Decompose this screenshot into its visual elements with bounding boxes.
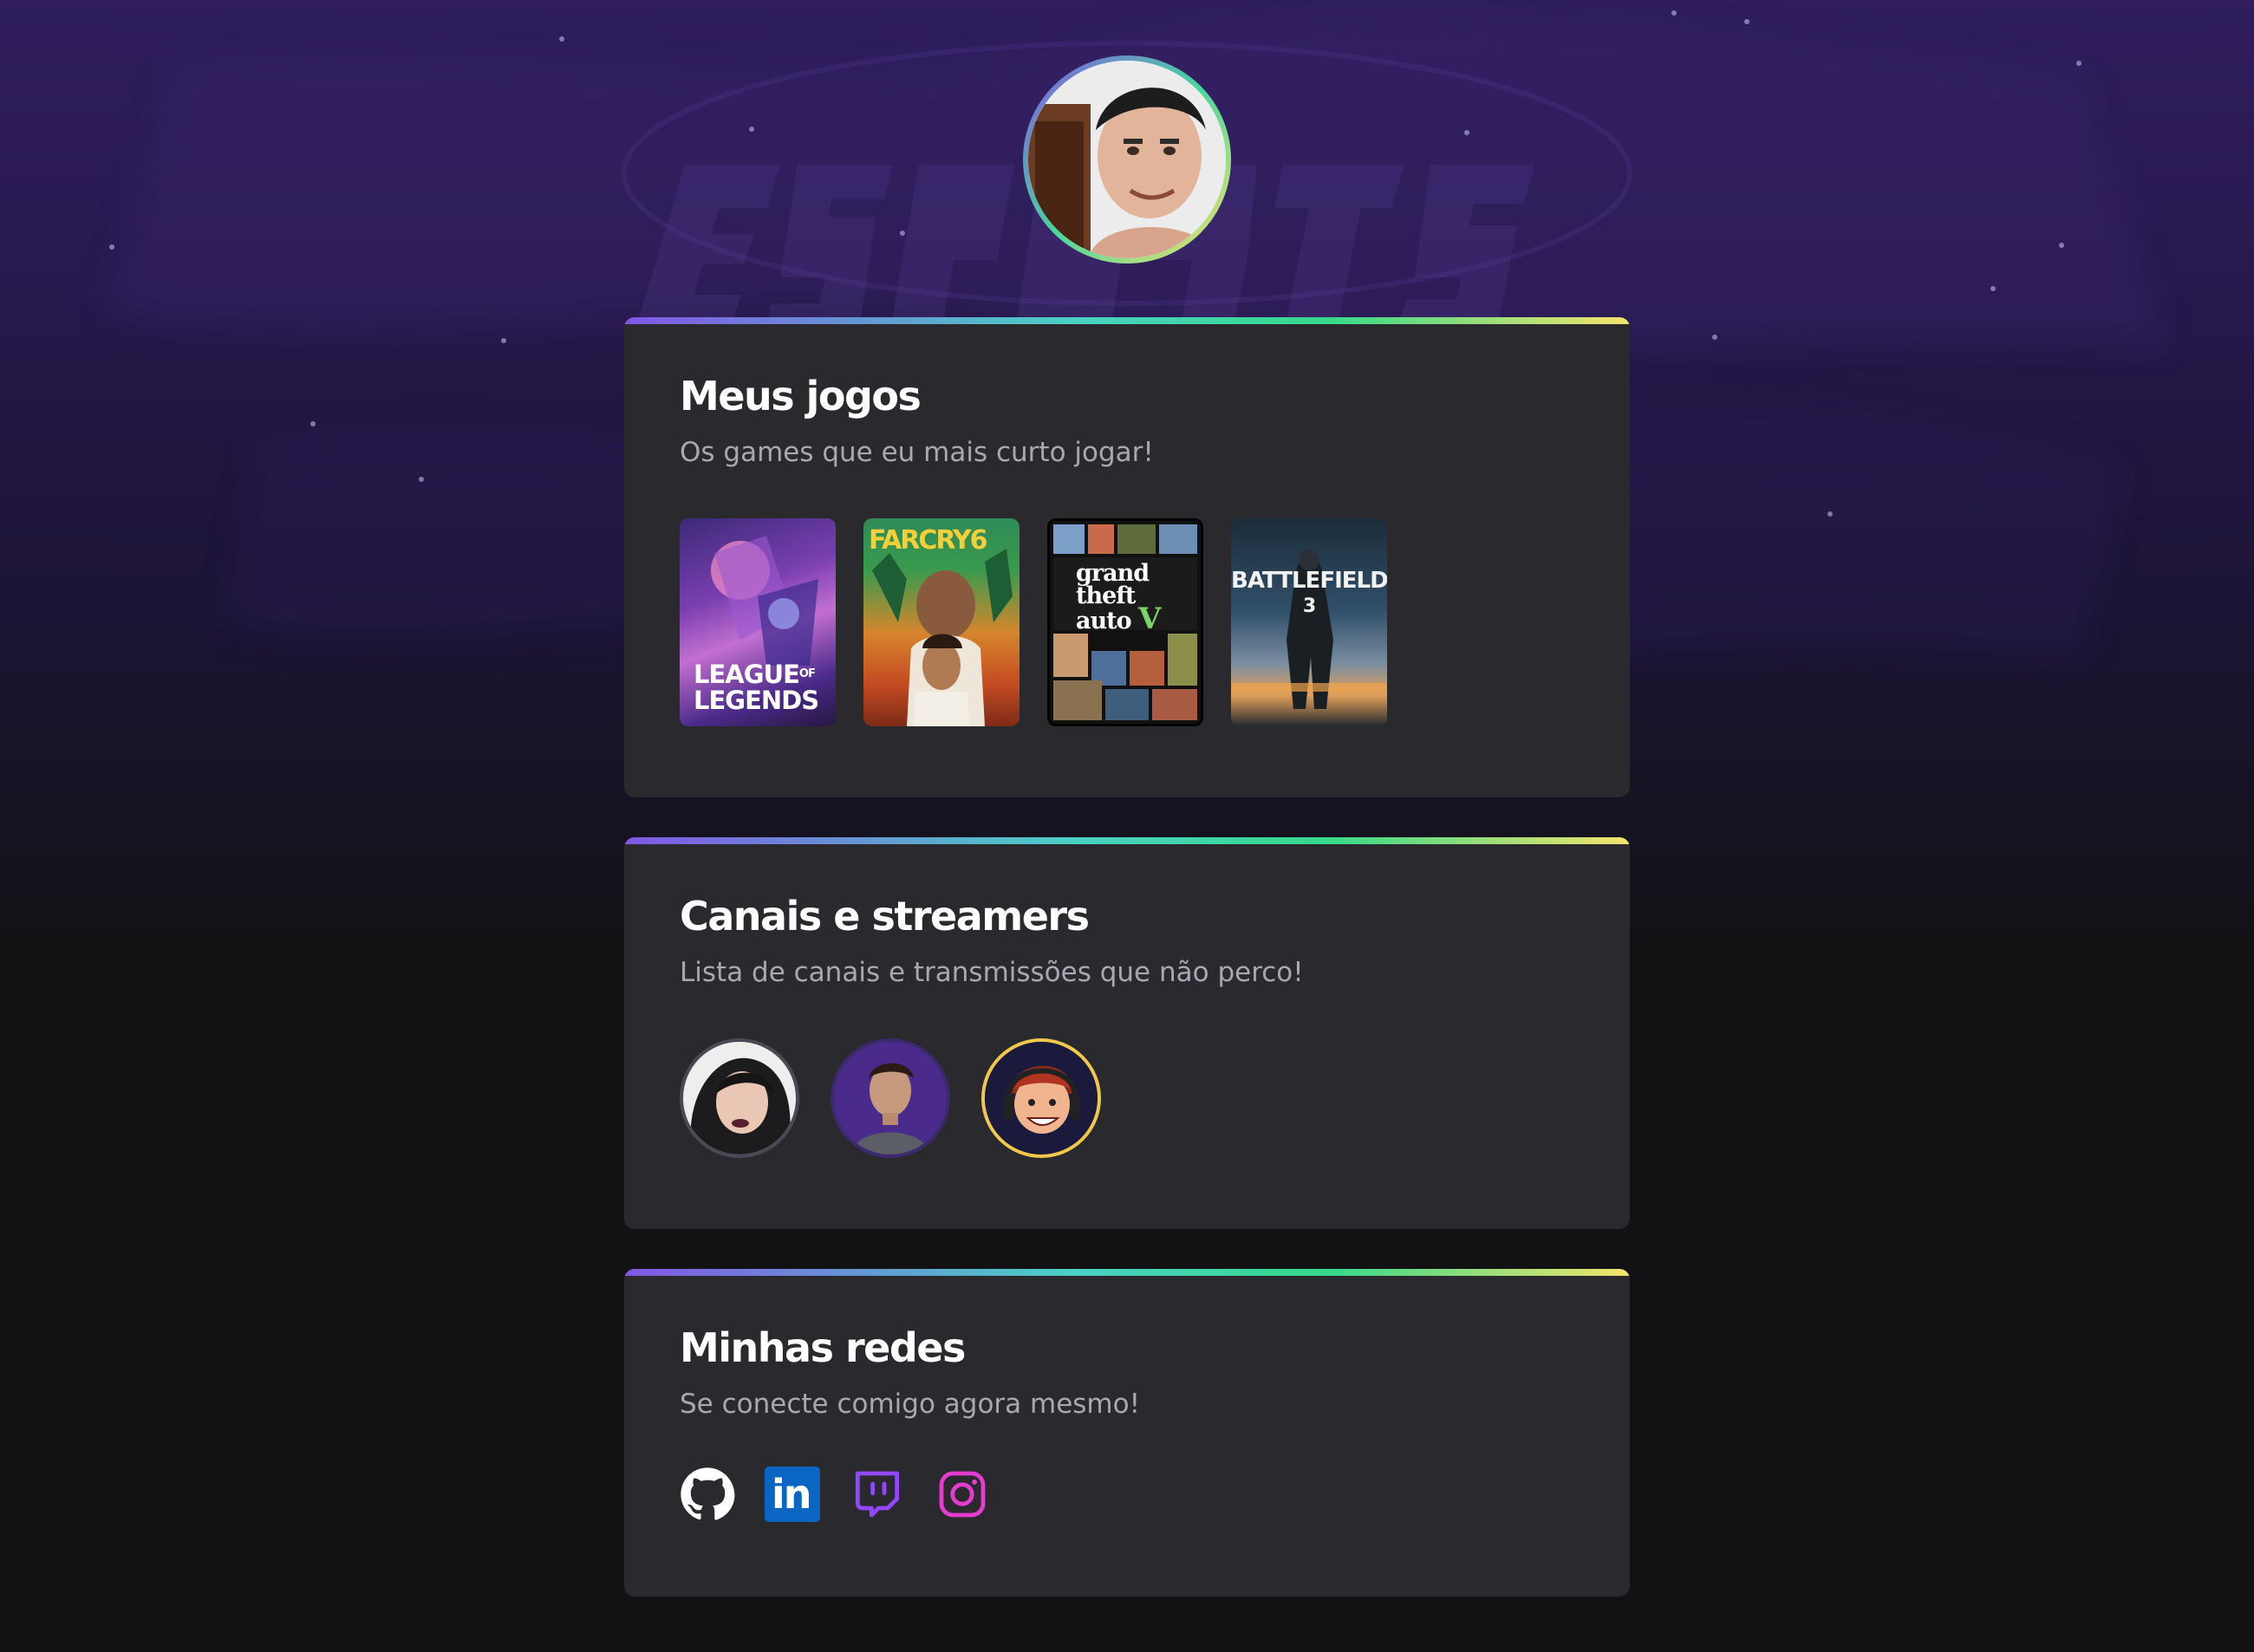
streamers-card: Canais e streamers Lista de canais e tra… (624, 837, 1630, 1229)
linkedin-label: in (772, 1471, 811, 1518)
game-cover-far-cry-6[interactable]: FARCRY6 (863, 518, 1020, 726)
streamers-title: Canais e streamers (680, 893, 1090, 940)
gta-cover-text-2: theft (1076, 582, 1136, 609)
github-icon[interactable] (680, 1467, 735, 1522)
gta-cover-text-3: auto (1076, 608, 1132, 634)
games-list: LEAGUEOF LEGENDS FARCRY6 grand theft aut… (680, 518, 1387, 726)
instagram-icon[interactable] (935, 1467, 990, 1522)
games-subtitle: Os games que eu mais curto jogar! (680, 437, 1154, 468)
gta-cover-text-4: V (1138, 602, 1161, 636)
socials-subtitle: Se conecte comigo agora mesmo! (680, 1389, 1141, 1420)
games-card: Meus jogos Os games que eu mais curto jo… (624, 317, 1630, 797)
streamer-avatar-3[interactable] (981, 1038, 1101, 1158)
streamers-subtitle: Lista de canais e transmissões que não p… (680, 957, 1304, 988)
socials-title: Minhas redes (680, 1324, 966, 1371)
game-cover-battlefield-3[interactable]: BATTLEFIELD 3 (1231, 518, 1387, 726)
bf-cover-text-1: BATTLEFIELD (1231, 568, 1387, 594)
bf-cover-text-2: 3 (1302, 595, 1316, 617)
linkedin-icon[interactable]: in (765, 1467, 820, 1522)
streamer-avatar-2[interactable] (831, 1038, 950, 1158)
streamer-avatar-1[interactable] (680, 1038, 799, 1158)
streamers-list (680, 1038, 1101, 1158)
lol-cover-text-2: LEGENDS (694, 686, 819, 715)
lol-cover-text-of: OF (798, 667, 816, 680)
games-title: Meus jogos (680, 373, 922, 420)
lol-cover-text-1: LEAGUE (694, 660, 800, 689)
profile-avatar (1023, 55, 1231, 263)
farcry-cover-text: FARCRY6 (869, 525, 987, 556)
game-cover-league-of-legends[interactable]: LEAGUEOF LEGENDS (680, 518, 836, 726)
profile-photo (1028, 61, 1226, 258)
socials-card: Minhas redes Se conecte comigo agora mes… (624, 1269, 1630, 1597)
socials-list: in (680, 1467, 990, 1522)
twitch-icon[interactable] (850, 1467, 905, 1522)
game-cover-gta-v[interactable]: grand theft auto V (1047, 518, 1203, 726)
